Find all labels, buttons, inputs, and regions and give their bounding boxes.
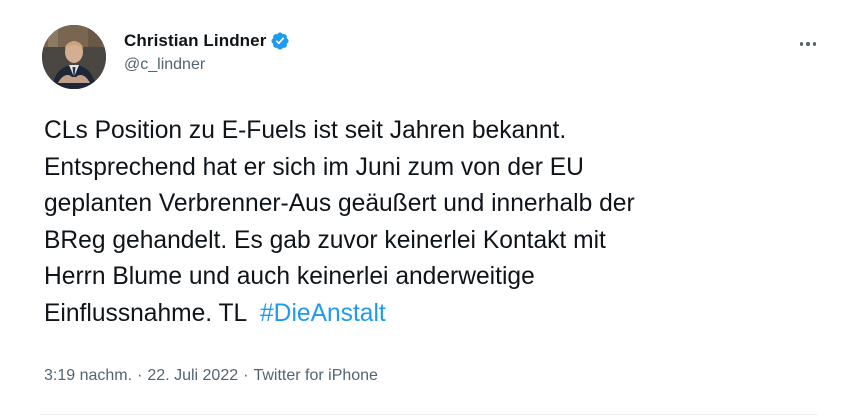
tweet-text: CLs Position zu E-Fuels ist seit Jahren … — [44, 113, 814, 332]
tweet-text-line: geplanten Verbrenner-Aus geäußert und in… — [44, 190, 635, 217]
tweet-source[interactable]: Twitter for iPhone — [253, 367, 378, 384]
meta-separator: · — [137, 367, 143, 384]
tweet-time[interactable]: 3:19 nachm. — [44, 367, 132, 384]
divider — [40, 414, 818, 415]
tweet-text-fragment: Einflussnahme. TL — [44, 299, 254, 327]
author-display-name[interactable]: Christian Lindner — [124, 31, 266, 51]
author-handle[interactable]: @c_lindner — [124, 56, 290, 74]
tweet-text-line: CLs Position zu E-Fuels ist seit Jahren … — [44, 117, 567, 144]
tweet-metadata: 3:19 nachm. · 22. Juli 2022 · Twitter for iP… — [44, 367, 378, 385]
author-info: Christian Lindner @c_lindner — [124, 30, 290, 74]
verified-badge-icon[interactable] — [270, 31, 290, 51]
author-name-row: Christian Lindner — [124, 30, 290, 52]
tweet-text-line: Entsprechend hat er sich im Juni zum von… — [44, 153, 584, 181]
more-dots-icon — [799, 42, 804, 46]
tweet-date[interactable]: 22. Juli 2022 — [147, 367, 238, 384]
hashtag-link[interactable]: #DieAnstalt — [260, 300, 386, 327]
tweet-text-last-line: Einflussnahme. TL #DieAnstalt — [44, 296, 814, 333]
meta-separator: · — [243, 367, 249, 384]
tweet-card: Christian Lindner @c_lindner CLs Positio… — [0, 0, 844, 419]
more-options-button[interactable] — [794, 34, 822, 54]
avatar[interactable] — [42, 25, 106, 89]
avatar-image — [42, 25, 106, 89]
tweet-text-line: BReg gehandelt. Es gab zuvor keinerlei K… — [44, 226, 606, 254]
tweet-text-line: Herrn Blume und auch keinerlei anderweit… — [44, 263, 535, 290]
